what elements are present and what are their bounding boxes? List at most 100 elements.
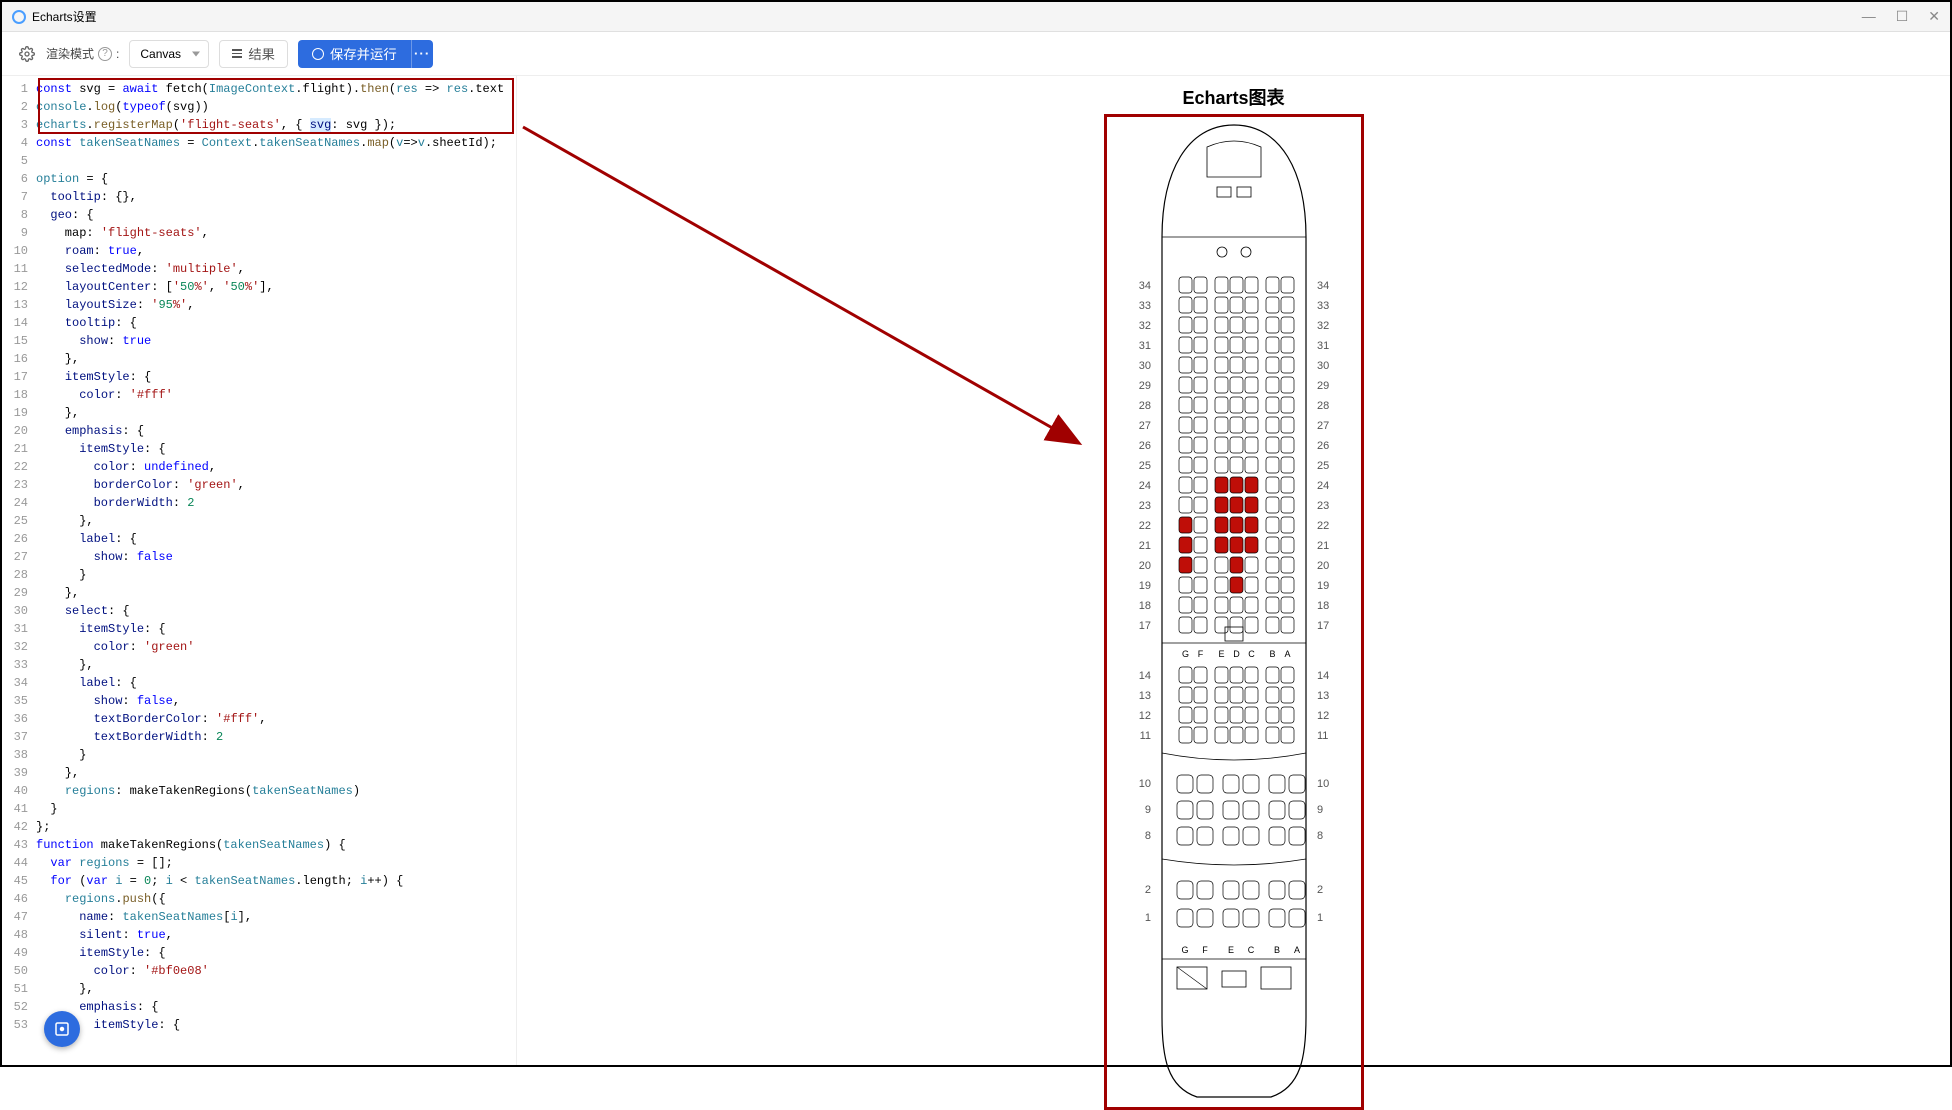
code-line[interactable]: roam: true, xyxy=(36,242,516,260)
svg-text:23: 23 xyxy=(1138,500,1150,512)
code-line[interactable]: textBorderWidth: 2 xyxy=(36,728,516,746)
code-line[interactable]: itemStyle: { xyxy=(36,1016,516,1034)
code-line[interactable]: map: 'flight-seats', xyxy=(36,224,516,242)
svg-text:8: 8 xyxy=(1317,830,1323,842)
svg-text:13: 13 xyxy=(1317,690,1329,702)
code-line[interactable]: silent: true, xyxy=(36,926,516,944)
code-line[interactable]: }, xyxy=(36,764,516,782)
code-line[interactable]: itemStyle: { xyxy=(36,368,516,386)
code-editor[interactable]: 1234567891011121314151617181920212223242… xyxy=(2,76,517,1065)
target-icon xyxy=(53,1020,71,1038)
fab-button[interactable] xyxy=(44,1011,80,1047)
svg-text:30: 30 xyxy=(1138,360,1150,372)
svg-text:17: 17 xyxy=(1317,620,1329,632)
svg-text:28: 28 xyxy=(1317,400,1329,412)
svg-text:26: 26 xyxy=(1317,440,1329,452)
code-line[interactable]: regions.push({ xyxy=(36,890,516,908)
code-line[interactable]: }, xyxy=(36,512,516,530)
code-line[interactable]: for (var i = 0; i < takenSeatNames.lengt… xyxy=(36,872,516,890)
svg-text:28: 28 xyxy=(1138,400,1150,412)
gear-icon[interactable] xyxy=(18,45,36,63)
code-line[interactable]: layoutCenter: ['50%', '50%'], xyxy=(36,278,516,296)
code-line[interactable]: echarts.registerMap('flight-seats', { sv… xyxy=(36,116,516,134)
svg-text:G: G xyxy=(1181,945,1188,955)
svg-text:10: 10 xyxy=(1138,778,1150,790)
chart-pane: Echarts图表 343433333232313130302929282827… xyxy=(517,76,1950,1065)
list-icon xyxy=(232,49,242,58)
code-line[interactable]: } xyxy=(36,746,516,764)
code-line[interactable]: emphasis: { xyxy=(36,998,516,1016)
code-line[interactable]: itemStyle: { xyxy=(36,440,516,458)
code-line[interactable]: borderColor: 'green', xyxy=(36,476,516,494)
flight-seats-chart[interactable]: 3434333332323131303029292828272726262525… xyxy=(1107,117,1361,1107)
code-line[interactable]: tooltip: {}, xyxy=(36,188,516,206)
code-line[interactable]: }, xyxy=(36,404,516,422)
code-line[interactable]: label: { xyxy=(36,674,516,692)
svg-text:22: 22 xyxy=(1317,520,1329,532)
svg-text:C: C xyxy=(1248,649,1255,659)
save-run-button[interactable]: 保存并运行 xyxy=(298,40,411,68)
svg-text:1: 1 xyxy=(1144,912,1150,924)
svg-text:34: 34 xyxy=(1138,280,1150,292)
code-line[interactable]: selectedMode: 'multiple', xyxy=(36,260,516,278)
code-line[interactable]: option = { xyxy=(36,170,516,188)
code-line[interactable]: layoutSize: '95%', xyxy=(36,296,516,314)
code-line[interactable]: color: '#fff' xyxy=(36,386,516,404)
code-line[interactable]: name: takenSeatNames[i], xyxy=(36,908,516,926)
svg-text:9: 9 xyxy=(1317,804,1323,816)
minimize-button[interactable]: — xyxy=(1862,8,1876,25)
svg-text:1: 1 xyxy=(1317,912,1323,924)
code-line[interactable]: emphasis: { xyxy=(36,422,516,440)
code-line[interactable]: show: false xyxy=(36,548,516,566)
code-line[interactable]: tooltip: { xyxy=(36,314,516,332)
svg-text:29: 29 xyxy=(1317,380,1329,392)
code-line[interactable]: color: '#bf0e08' xyxy=(36,962,516,980)
code-line[interactable]: const takenSeatNames = Context.takenSeat… xyxy=(36,134,516,152)
code-line[interactable]: const svg = await fetch(ImageContext.fli… xyxy=(36,80,516,98)
maximize-button[interactable]: ☐ xyxy=(1896,8,1909,25)
more-button[interactable]: ··· xyxy=(411,40,433,68)
code-line[interactable]: }; xyxy=(36,818,516,836)
code-line[interactable]: }, xyxy=(36,350,516,368)
code-line[interactable]: label: { xyxy=(36,530,516,548)
code-line[interactable]: }, xyxy=(36,980,516,998)
svg-text:19: 19 xyxy=(1317,580,1329,592)
code-line[interactable]: }, xyxy=(36,584,516,602)
svg-text:2: 2 xyxy=(1144,884,1150,896)
code-line[interactable]: }, xyxy=(36,656,516,674)
result-button[interactable]: 结果 xyxy=(219,40,288,68)
code-line[interactable]: select: { xyxy=(36,602,516,620)
help-icon[interactable]: ? xyxy=(98,47,112,61)
code-line[interactable]: } xyxy=(36,566,516,584)
svg-text:E: E xyxy=(1218,649,1224,659)
code-line[interactable]: function makeTakenRegions(takenSeatNames… xyxy=(36,836,516,854)
code-line[interactable]: show: true xyxy=(36,332,516,350)
code-line[interactable]: borderWidth: 2 xyxy=(36,494,516,512)
title-bar: Echarts设置 — ☐ ✕ xyxy=(2,2,1950,32)
code-line[interactable]: } xyxy=(36,800,516,818)
svg-text:8: 8 xyxy=(1144,830,1150,842)
code-line[interactable]: textBorderColor: '#fff', xyxy=(36,710,516,728)
code-line[interactable]: var regions = []; xyxy=(36,854,516,872)
close-button[interactable]: ✕ xyxy=(1928,8,1940,25)
code-line[interactable]: color: 'green' xyxy=(36,638,516,656)
svg-text:D: D xyxy=(1233,649,1240,659)
svg-text:25: 25 xyxy=(1317,460,1329,472)
code-line[interactable] xyxy=(36,152,516,170)
svg-text:F: F xyxy=(1197,649,1203,659)
code-line[interactable]: regions: makeTakenRegions(takenSeatNames… xyxy=(36,782,516,800)
svg-text:34: 34 xyxy=(1317,280,1329,292)
code-line[interactable]: itemStyle: { xyxy=(36,944,516,962)
code-line[interactable]: geo: { xyxy=(36,206,516,224)
code-line[interactable]: color: undefined, xyxy=(36,458,516,476)
toolbar: 渲染模式 ? : Canvas 结果 保存并运行 ··· xyxy=(2,32,1950,76)
code-line[interactable]: show: false, xyxy=(36,692,516,710)
code-line[interactable]: console.log(typeof(svg)) xyxy=(36,98,516,116)
svg-text:25: 25 xyxy=(1138,460,1150,472)
code-line[interactable]: itemStyle: { xyxy=(36,620,516,638)
render-mode-select[interactable]: Canvas xyxy=(129,40,209,68)
svg-text:17: 17 xyxy=(1138,620,1150,632)
svg-text:14: 14 xyxy=(1317,670,1329,682)
svg-text:29: 29 xyxy=(1138,380,1150,392)
svg-text:24: 24 xyxy=(1317,480,1329,492)
